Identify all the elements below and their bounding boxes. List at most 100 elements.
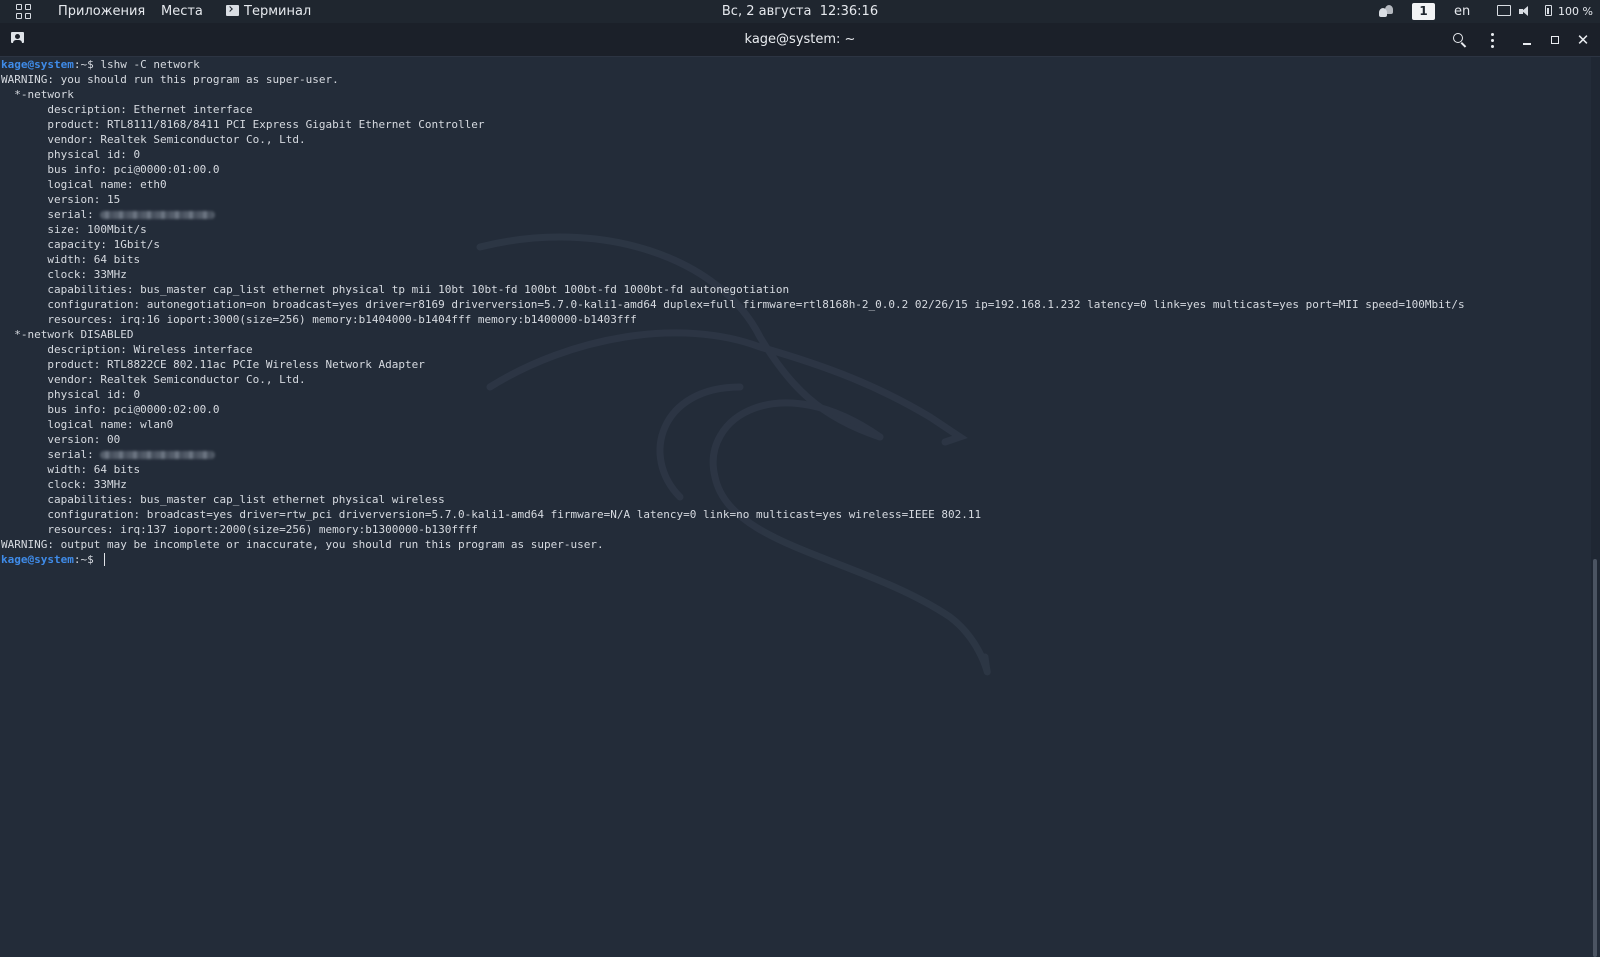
people-icon[interactable] (1379, 5, 1393, 17)
volume-icon[interactable] (1519, 6, 1531, 17)
output-line-text: vendor: Realtek Semiconductor Co., Ltd. (1, 373, 306, 386)
output-line: logical name: eth0 (1, 177, 1465, 192)
top-panel: Приложения Места Терминал Вс, 2 августа … (0, 0, 1600, 23)
output-line: resources: irq:16 ioport:3000(size=256) … (1, 312, 1465, 327)
output-line: resources: irq:137 ioport:2000(size=256)… (1, 522, 1465, 537)
output-line: capabilities: bus_master cap_list ethern… (1, 492, 1465, 507)
output-line-text: physical id: 0 (1, 388, 141, 401)
output-line: vendor: Realtek Semiconductor Co., Ltd. (1, 372, 1465, 387)
date-time[interactable]: Вс, 2 августа 12:36:16 (722, 4, 878, 19)
output-line: physical id: 0 (1, 147, 1465, 162)
output-line-text: product: RTL8111/8168/8411 PCI Express G… (1, 118, 485, 131)
output-line: WARNING: output may be incomplete or ina… (1, 537, 1465, 552)
redacted-serial (100, 451, 216, 459)
terminal-app-menu[interactable]: Терминал (226, 0, 311, 23)
output-line: width: 64 bits (1, 462, 1465, 477)
prompt-user: kage@system (1, 58, 74, 71)
terminal-headerbar: kage@system: ~ ✕ (0, 23, 1600, 57)
battery-percent[interactable]: 100 % (1558, 0, 1593, 23)
output-line-text: physical id: 0 (1, 148, 141, 161)
output-line-text: WARNING: output may be incomplete or ina… (1, 538, 604, 551)
command-line: kage@system:~$ lshw -C network (1, 57, 1465, 72)
output-line-text: vendor: Realtek Semiconductor Co., Ltd. (1, 133, 306, 146)
output-line-text: version: 15 (1, 193, 121, 206)
output-line-text: WARNING: you should run this program as … (1, 73, 339, 86)
output-line: clock: 33MHz (1, 267, 1465, 282)
text-cursor (104, 553, 106, 566)
terminal-app-label: Терминал (244, 4, 312, 19)
redacted-serial (100, 211, 216, 219)
output-line-text: description: Wireless interface (1, 343, 253, 356)
terminal-output[interactable]: kage@system:~$ lshw -C network WARNING: … (0, 57, 1590, 900)
command-output: WARNING: you should run this program as … (1, 72, 1465, 552)
output-line: clock: 33MHz (1, 477, 1465, 492)
output-line-text: configuration: autonegotiation=on broadc… (1, 298, 1465, 311)
terminal-icon (226, 5, 239, 16)
minimize-icon[interactable] (1517, 30, 1537, 50)
places-menu[interactable]: Места (161, 0, 203, 23)
output-line-text: capabilities: bus_master cap_list ethern… (1, 283, 790, 296)
terminal-scrollbar[interactable] (1591, 57, 1600, 957)
output-line-text: logical name: eth0 (1, 178, 167, 191)
output-line: version: 00 (1, 432, 1465, 447)
display-icon[interactable] (1497, 5, 1511, 16)
output-line-text: product: RTL8822CE 802.11ac PCIe Wireles… (1, 358, 425, 371)
output-line-text: serial: (1, 448, 101, 461)
prompt-user: kage@system (1, 553, 74, 566)
output-line: product: RTL8822CE 802.11ac PCIe Wireles… (1, 357, 1465, 372)
output-line: *-network (1, 87, 1465, 102)
output-line-text: size: 100Mbit/s (1, 223, 147, 236)
maximize-icon[interactable] (1545, 30, 1565, 50)
output-line-text: logical name: wlan0 (1, 418, 174, 431)
window-title: kage@system: ~ (744, 32, 856, 47)
output-line-text: width: 64 bits (1, 463, 141, 476)
command-text: lshw -C network (100, 58, 200, 71)
prompt-suffix: :~$ (73, 553, 101, 566)
output-line: logical name: wlan0 (1, 417, 1465, 432)
output-line: WARNING: you should run this program as … (1, 72, 1465, 87)
scrollbar-thumb[interactable] (1593, 559, 1597, 957)
active-prompt-line[interactable]: kage@system:~$ (1, 552, 1465, 567)
output-line-text: resources: irq:16 ioport:3000(size=256) … (1, 313, 637, 326)
output-line-text: clock: 33MHz (1, 268, 127, 281)
output-line: capacity: 1Gbit/s (1, 237, 1465, 252)
output-line: serial: (1, 207, 1465, 222)
output-line: width: 64 bits (1, 252, 1465, 267)
output-line-text: version: 00 (1, 433, 121, 446)
output-line-text: configuration: broadcast=yes driver=rtw_… (1, 508, 982, 521)
output-line-text: *-network (1, 88, 74, 101)
output-line: *-network DISABLED (1, 327, 1465, 342)
output-line-text: capacity: 1Gbit/s (1, 238, 160, 251)
close-icon[interactable]: ✕ (1573, 30, 1593, 50)
output-line: version: 15 (1, 192, 1465, 207)
applications-menu[interactable]: Приложения (58, 0, 145, 23)
output-line: size: 100Mbit/s (1, 222, 1465, 237)
terminal-lines: kage@system:~$ lshw -C network WARNING: … (1, 57, 1465, 567)
output-line-text: resources: irq:137 ioport:2000(size=256)… (1, 523, 478, 536)
output-line-text: serial: (1, 208, 101, 221)
output-line-text: description: Ethernet interface (1, 103, 253, 116)
apps-grid-icon[interactable] (16, 4, 31, 19)
output-line: description: Wireless interface (1, 342, 1465, 357)
output-line: description: Ethernet interface (1, 102, 1465, 117)
battery-icon[interactable] (1545, 5, 1552, 16)
output-line-text: bus info: pci@0000:01:00.0 (1, 163, 220, 176)
kebab-menu-icon[interactable] (1482, 30, 1502, 50)
output-line: vendor: Realtek Semiconductor Co., Ltd. (1, 132, 1465, 147)
output-line: bus info: pci@0000:01:00.0 (1, 162, 1465, 177)
window-title-area: kage@system: ~ (0, 23, 1600, 56)
output-line-text: bus info: pci@0000:02:00.0 (1, 403, 220, 416)
workspace-indicator[interactable]: 1 (1412, 3, 1435, 20)
output-line: product: RTL8111/8168/8411 PCI Express G… (1, 117, 1465, 132)
output-line-text: capabilities: bus_master cap_list ethern… (1, 493, 445, 506)
output-line: serial: (1, 447, 1465, 462)
output-line-text: width: 64 bits (1, 253, 141, 266)
output-line: capabilities: bus_master cap_list ethern… (1, 282, 1465, 297)
output-line: physical id: 0 (1, 387, 1465, 402)
output-line-text: *-network DISABLED (1, 328, 134, 341)
output-line: configuration: broadcast=yes driver=rtw_… (1, 507, 1465, 522)
search-icon[interactable] (1450, 30, 1470, 50)
output-line: configuration: autonegotiation=on broadc… (1, 297, 1465, 312)
keyboard-layout[interactable]: en (1454, 0, 1470, 23)
output-line-text: clock: 33MHz (1, 478, 127, 491)
